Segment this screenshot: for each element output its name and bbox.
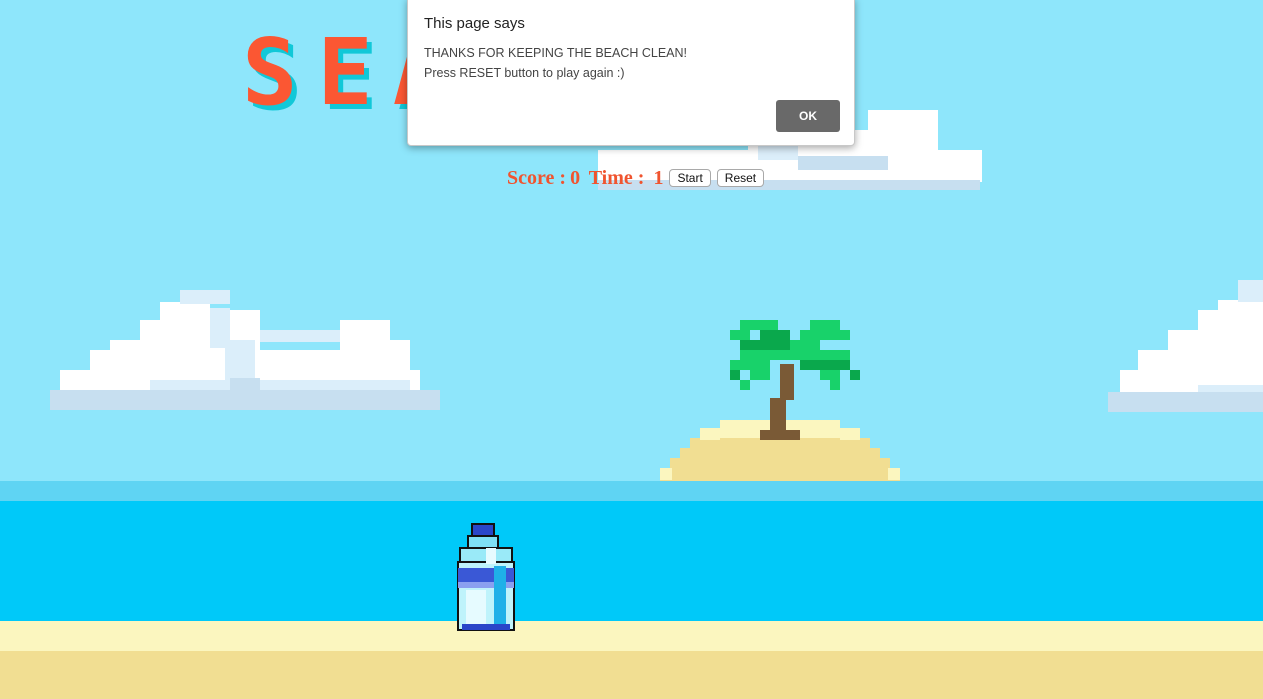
water-bottle-icon[interactable] [456, 522, 516, 634]
score-label: Score : [507, 166, 567, 189]
sea [0, 501, 1263, 622]
dialog-title: This page says [424, 15, 525, 32]
time-value: 1 [653, 166, 664, 189]
ok-button[interactable]: OK [776, 100, 840, 132]
dialog-message-line1: THANKS FOR KEEPING THE BEACH CLEAN! [424, 46, 688, 60]
alert-dialog: This page says THANKS FOR KEEPING THE BE… [407, 0, 855, 146]
cloud-right [1108, 280, 1263, 412]
beach-sand [0, 651, 1263, 699]
shoreline [0, 621, 1263, 652]
palm-island [660, 320, 900, 484]
reset-button[interactable]: Reset [716, 169, 765, 187]
score-bar: Score : 0 Time : 1 Start Reset [507, 166, 765, 190]
cloud-left [50, 290, 440, 410]
sea-horizon [0, 481, 1263, 502]
dialog-message-line2: Press RESET button to play again :) [424, 66, 625, 80]
start-button[interactable]: Start [669, 169, 711, 187]
score-value: 0 [570, 166, 581, 189]
time-label: Time : [584, 166, 650, 189]
